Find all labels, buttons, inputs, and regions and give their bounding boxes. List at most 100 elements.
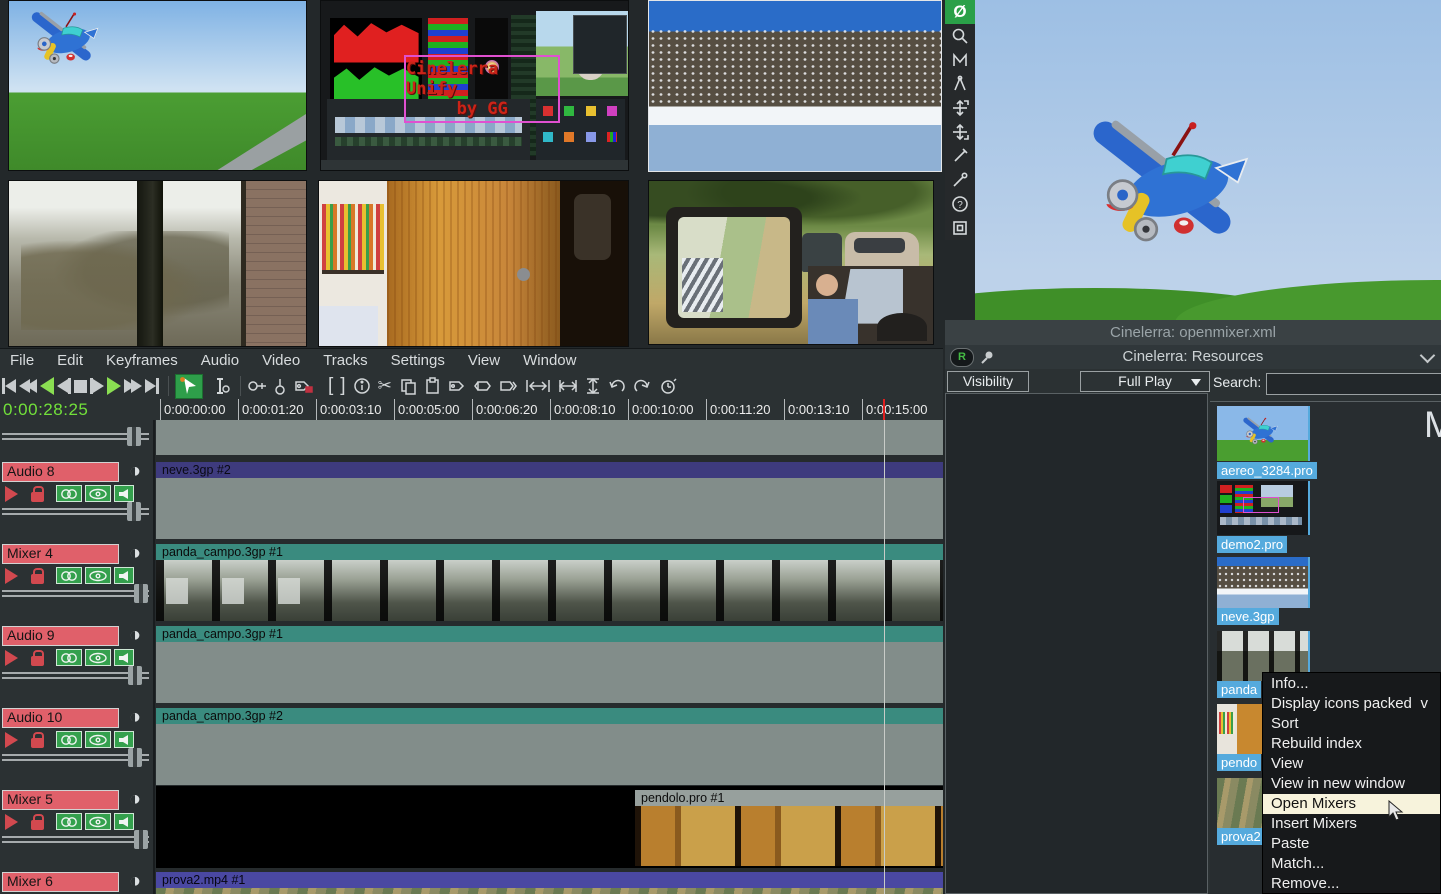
resources-titlebar[interactable]: R Cinelerra: Resources bbox=[945, 345, 1441, 369]
search-input[interactable] bbox=[1266, 373, 1441, 395]
menu-item-sort[interactable]: Sort bbox=[1263, 714, 1440, 734]
track-mute-button[interactable] bbox=[114, 731, 134, 748]
media-thumb-demo2[interactable] bbox=[1217, 481, 1310, 535]
fader-handle[interactable] bbox=[127, 502, 141, 521]
copy-button[interactable] bbox=[399, 374, 417, 398]
toggle-label-button[interactable] bbox=[447, 374, 466, 398]
track-lock-icon[interactable] bbox=[31, 738, 44, 748]
track-gang-button[interactable] bbox=[56, 731, 82, 748]
track-title-audio9[interactable]: Audio 9 bbox=[2, 626, 119, 646]
out-point-button[interactable]: ] bbox=[340, 374, 345, 398]
media-thumb-neve[interactable] bbox=[1217, 557, 1310, 608]
clip-title-neve[interactable]: neve.3gp #2 bbox=[156, 462, 943, 478]
redo-button[interactable] bbox=[633, 374, 651, 398]
fader-handle[interactable] bbox=[127, 427, 141, 446]
fader[interactable] bbox=[2, 672, 149, 679]
track-mute-button[interactable] bbox=[114, 485, 134, 502]
track-mute-button[interactable] bbox=[114, 813, 134, 830]
track-title-mixer6[interactable]: Mixer 6 bbox=[2, 872, 119, 892]
fader-handle[interactable] bbox=[134, 584, 148, 603]
drag-and-drop-mode-button[interactable] bbox=[175, 374, 203, 399]
fader[interactable] bbox=[2, 754, 149, 761]
track-gang-button[interactable] bbox=[56, 813, 82, 830]
track-play-icon[interactable] bbox=[5, 732, 18, 748]
track-lock-icon[interactable] bbox=[31, 820, 44, 830]
frame-forward-button[interactable] bbox=[90, 375, 104, 397]
undo-button[interactable] bbox=[608, 374, 626, 398]
mixer-window-pendolo[interactable] bbox=[318, 180, 629, 347]
menu-keyframes[interactable]: Keyframes bbox=[106, 352, 178, 369]
clip-title-prova[interactable]: prova2.mp4 #1 bbox=[156, 872, 943, 888]
stop-button[interactable] bbox=[74, 375, 87, 397]
track-gang-button[interactable] bbox=[56, 649, 82, 666]
eyedropper-icon[interactable] bbox=[945, 168, 975, 192]
play-forward-button[interactable] bbox=[107, 375, 121, 397]
ruler-icon[interactable] bbox=[945, 72, 975, 96]
clip-body[interactable] bbox=[156, 478, 943, 539]
mixer-window-aereo[interactable] bbox=[8, 0, 307, 171]
menu-item-paste[interactable]: Paste bbox=[1263, 834, 1440, 854]
menu-window[interactable]: Window bbox=[523, 352, 576, 369]
track-mute-button[interactable] bbox=[114, 567, 134, 584]
menu-item-view-in-new-window[interactable]: View in new window bbox=[1263, 774, 1440, 794]
menu-item-insert-mixers[interactable]: Insert Mixers bbox=[1263, 814, 1440, 834]
media-label-pendo[interactable]: pendo bbox=[1217, 754, 1261, 771]
track-gang-button[interactable] bbox=[56, 485, 82, 502]
expand-track-icon[interactable]: ◑ bbox=[124, 706, 146, 728]
track-play-icon[interactable] bbox=[5, 486, 18, 502]
menu-item-display-icons-packed[interactable]: Display icons packedv bbox=[1263, 694, 1440, 714]
keyframe-span-button[interactable] bbox=[247, 374, 267, 398]
track-title-mixer4[interactable]: Mixer 4 bbox=[2, 544, 119, 564]
play-mode-dropdown[interactable]: Full Play bbox=[1080, 371, 1210, 392]
in-point-button[interactable]: [ bbox=[328, 374, 333, 398]
next-label-button[interactable] bbox=[499, 374, 518, 398]
track-draw-button[interactable] bbox=[85, 731, 111, 748]
video-thumbnail-strip-pendolo[interactable] bbox=[635, 806, 943, 866]
clip-title-panda-v[interactable]: panda_campo.3gp #1 bbox=[156, 544, 943, 560]
track-draw-button[interactable] bbox=[85, 485, 111, 502]
expand-track-icon[interactable]: ◑ bbox=[124, 788, 146, 810]
prev-label-button[interactable] bbox=[473, 374, 492, 398]
mixer-window-panda[interactable] bbox=[8, 180, 307, 347]
paste-button[interactable] bbox=[424, 374, 440, 398]
track-gang-button[interactable] bbox=[56, 567, 82, 584]
menu-settings[interactable]: Settings bbox=[391, 352, 445, 369]
fader-handle[interactable] bbox=[128, 748, 142, 767]
expand-track-icon[interactable]: ◑ bbox=[124, 624, 146, 646]
compositor-canvas[interactable] bbox=[975, 0, 1441, 320]
track-play-icon[interactable] bbox=[5, 814, 18, 830]
fast-forward-button[interactable] bbox=[124, 375, 142, 397]
fader-handle[interactable] bbox=[128, 666, 142, 685]
menu-item-view[interactable]: View bbox=[1263, 754, 1440, 774]
projector-icon[interactable] bbox=[945, 120, 975, 144]
clip-info-button[interactable] bbox=[353, 374, 371, 398]
visibility-button[interactable]: Visibility bbox=[947, 371, 1029, 392]
track-lock-icon[interactable] bbox=[31, 492, 44, 502]
crop-icon[interactable] bbox=[945, 144, 975, 168]
forward-to-end-button[interactable] bbox=[145, 375, 159, 397]
frame-reverse-button[interactable] bbox=[57, 375, 71, 397]
track-lock-icon[interactable] bbox=[31, 656, 44, 666]
lock-labels-button[interactable] bbox=[293, 374, 313, 398]
main-window-titlebar[interactable]: Cinelerra: openmixer.xml bbox=[945, 320, 1441, 345]
tool-info-icon[interactable]: ? bbox=[945, 192, 975, 216]
play-reverse-button[interactable] bbox=[40, 375, 54, 397]
expand-track-icon[interactable]: ◑ bbox=[124, 460, 146, 482]
menu-audio[interactable]: Audio bbox=[201, 352, 239, 369]
mixer-window-prova[interactable] bbox=[648, 180, 934, 345]
media-label-panda[interactable]: panda bbox=[1217, 681, 1261, 698]
manual-goto-button[interactable] bbox=[658, 374, 678, 398]
menu-tracks[interactable]: Tracks bbox=[323, 352, 367, 369]
menu-item-info[interactable]: Info... bbox=[1263, 674, 1440, 694]
playhead[interactable] bbox=[883, 399, 885, 421]
clip-body[interactable] bbox=[156, 642, 943, 703]
fader[interactable] bbox=[2, 836, 149, 843]
menu-video[interactable]: Video bbox=[262, 352, 300, 369]
cut-button[interactable]: ✂ bbox=[378, 374, 392, 398]
clip-body[interactable] bbox=[156, 420, 943, 455]
track-title-audio8[interactable]: Audio 8 bbox=[2, 462, 119, 482]
fader[interactable] bbox=[2, 590, 149, 597]
cut-and-paste-mode-button[interactable] bbox=[211, 375, 231, 397]
menu-edit[interactable]: Edit bbox=[57, 352, 83, 369]
video-thumbnail-strip-prova[interactable] bbox=[156, 888, 943, 894]
